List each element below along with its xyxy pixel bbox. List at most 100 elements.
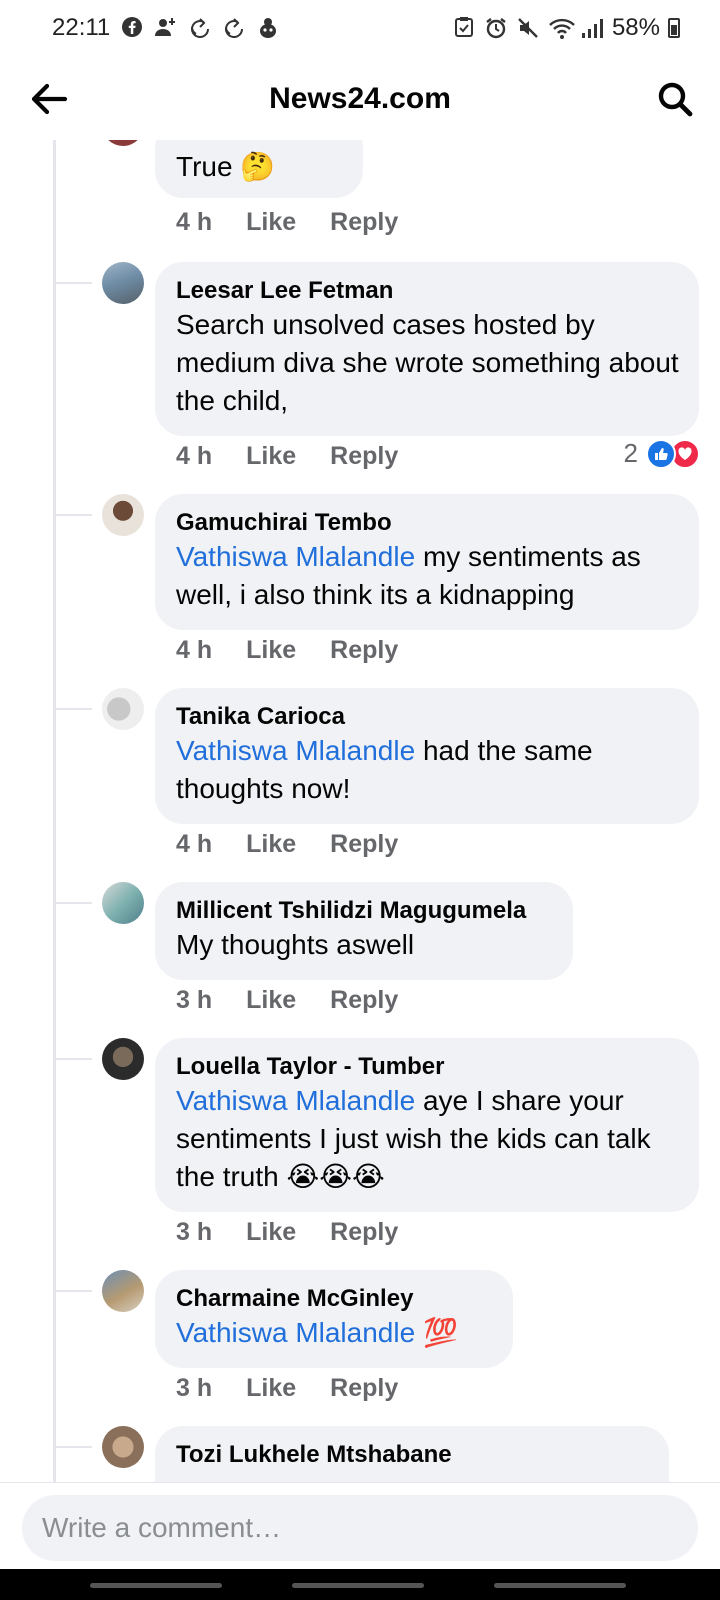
comment-body: My thoughts aswell [176,929,415,960]
like-button[interactable]: Like [246,1218,296,1247]
comment-author[interactable]: Charmaine McGinley [176,1284,493,1314]
comment-actions: 4 h Like Reply [176,442,398,471]
thread-branch [56,514,92,516]
thread-branch [56,708,92,710]
comment-bubble: Tozi Lukhele Mtshabane [155,1426,669,1482]
battery-icon [668,18,680,38]
avatar[interactable] [102,140,144,146]
sync-icon [188,16,212,40]
comment-text: True 🤔 [176,151,276,182]
arrow-left-icon [31,83,68,115]
back-button[interactable] [26,76,72,122]
comment-bubble: Millicent Tshilidzi Magugumela My though… [155,882,573,980]
comment-bubble: Charmaine McGinley Vathiswa Mlalandle 💯 [155,1270,513,1368]
like-reaction-icon [646,438,676,469]
sync-icon [222,16,246,40]
thread-branch [56,902,92,904]
avatar[interactable] [102,1038,144,1080]
reply-button[interactable]: Reply [330,636,398,665]
comment-thread[interactable]: True 🤔 4 h Like Reply Leesar Lee Fetman … [0,140,720,1482]
nav-back-handle[interactable] [494,1583,626,1588]
nav-recents-handle[interactable] [90,1583,222,1588]
mention-link[interactable]: Vathiswa Mlalandle [176,1317,415,1348]
like-button[interactable]: Like [246,986,296,1015]
reaction-summary[interactable]: 2 [624,438,700,469]
comment-actions: 3 h Like Reply [176,1374,398,1403]
thread-branch [56,282,92,284]
comment-time: 4 h [176,442,213,470]
page-title: News24.com [269,82,451,115]
thread-branch [56,1058,92,1060]
mention-link[interactable]: Vathiswa Mlalandle [176,735,415,766]
comment-text: My thoughts aswell [176,926,553,964]
comment-bubble: Leesar Lee Fetman Search unsolved cases … [155,262,699,436]
like-button[interactable]: Like [246,442,296,471]
status-right: 58% [452,14,680,42]
like-button[interactable]: Like [246,208,296,237]
comment-time: 3 h [176,986,213,1014]
thread-branch [56,1290,92,1292]
comment-actions: 4 h Like Reply [176,208,398,237]
reply-button[interactable]: Reply [330,986,398,1015]
comment-input[interactable] [22,1495,698,1561]
avatar[interactable] [102,1426,144,1468]
comment-time: 4 h [176,208,213,236]
wifi-icon [548,16,575,40]
comment-text: Vathiswa Mlalandle had the same thoughts… [176,732,679,808]
comment-actions: 4 h Like Reply [176,636,398,665]
mention-link[interactable]: Vathiswa Mlalandle [176,541,415,572]
avatar[interactable] [102,1270,144,1312]
app-bar: News24.com [0,58,720,140]
comment-actions: 3 h Like Reply [176,1218,398,1247]
thread-branch [56,1446,92,1448]
nav-home-handle[interactable] [292,1583,424,1588]
like-button[interactable]: Like [246,636,296,665]
battery-percent: 58% [611,14,660,41]
search-icon [658,82,693,117]
reply-button[interactable]: Reply [330,442,398,471]
alien-icon [256,16,280,40]
comment-text: Vathiswa Mlalandle 💯 [176,1314,493,1352]
comment-bubble: Louella Taylor - Tumber Vathiswa Mlaland… [155,1038,699,1212]
comment-author[interactable]: Louella Taylor - Tumber [176,1052,679,1082]
reply-button[interactable]: Reply [330,208,398,237]
reply-button[interactable]: Reply [330,1374,398,1403]
like-button[interactable]: Like [246,1374,296,1403]
avatar[interactable] [102,494,144,536]
search-button[interactable] [652,76,698,122]
comment-author[interactable]: Gamuchirai Tembo [176,508,679,538]
save-icon [452,16,476,40]
comment-author[interactable]: Tanika Carioca [176,702,679,732]
comment-actions: 3 h Like Reply [176,986,398,1015]
comment-composer [0,1482,720,1569]
system-nav-bar [0,1569,720,1600]
comment-actions: 4 h Like Reply [176,830,398,859]
alarm-icon [484,16,508,40]
avatar[interactable] [102,882,144,924]
thread-line [53,140,56,1482]
comment-bubble: True 🤔 [155,140,363,198]
avatar[interactable] [102,262,144,304]
avatar[interactable] [102,688,144,730]
comment-time: 4 h [176,830,213,858]
comment-author[interactable]: Leesar Lee Fetman [176,276,679,306]
comment-body: Search unsolved cases hosted by medium d… [176,309,679,416]
reply-button[interactable]: Reply [330,1218,398,1247]
comment-text: Vathiswa Mlalandle my sentiments as well… [176,538,679,614]
user-notify-icon [154,16,178,40]
mention-link[interactable]: Vathiswa Mlalandle [176,1085,415,1116]
comment-bubble: Tanika Carioca Vathiswa Mlalandle had th… [155,688,699,824]
comment-author[interactable]: Tozi Lukhele Mtshabane [176,1440,649,1470]
comment-time: 3 h [176,1218,213,1246]
comment-time: 4 h [176,636,213,664]
status-left: 22:11 [52,14,280,42]
like-button[interactable]: Like [246,830,296,859]
comment-time: 3 h [176,1374,213,1402]
reply-button[interactable]: Reply [330,830,398,859]
status-time: 22:11 [52,14,111,41]
signal-icon [580,16,604,40]
facebook-icon [120,16,144,40]
status-bar: 22:11 58% [0,0,720,56]
comment-author[interactable]: Millicent Tshilidzi Magugumela [176,896,553,926]
comment-text: Search unsolved cases hosted by medium d… [176,306,679,420]
